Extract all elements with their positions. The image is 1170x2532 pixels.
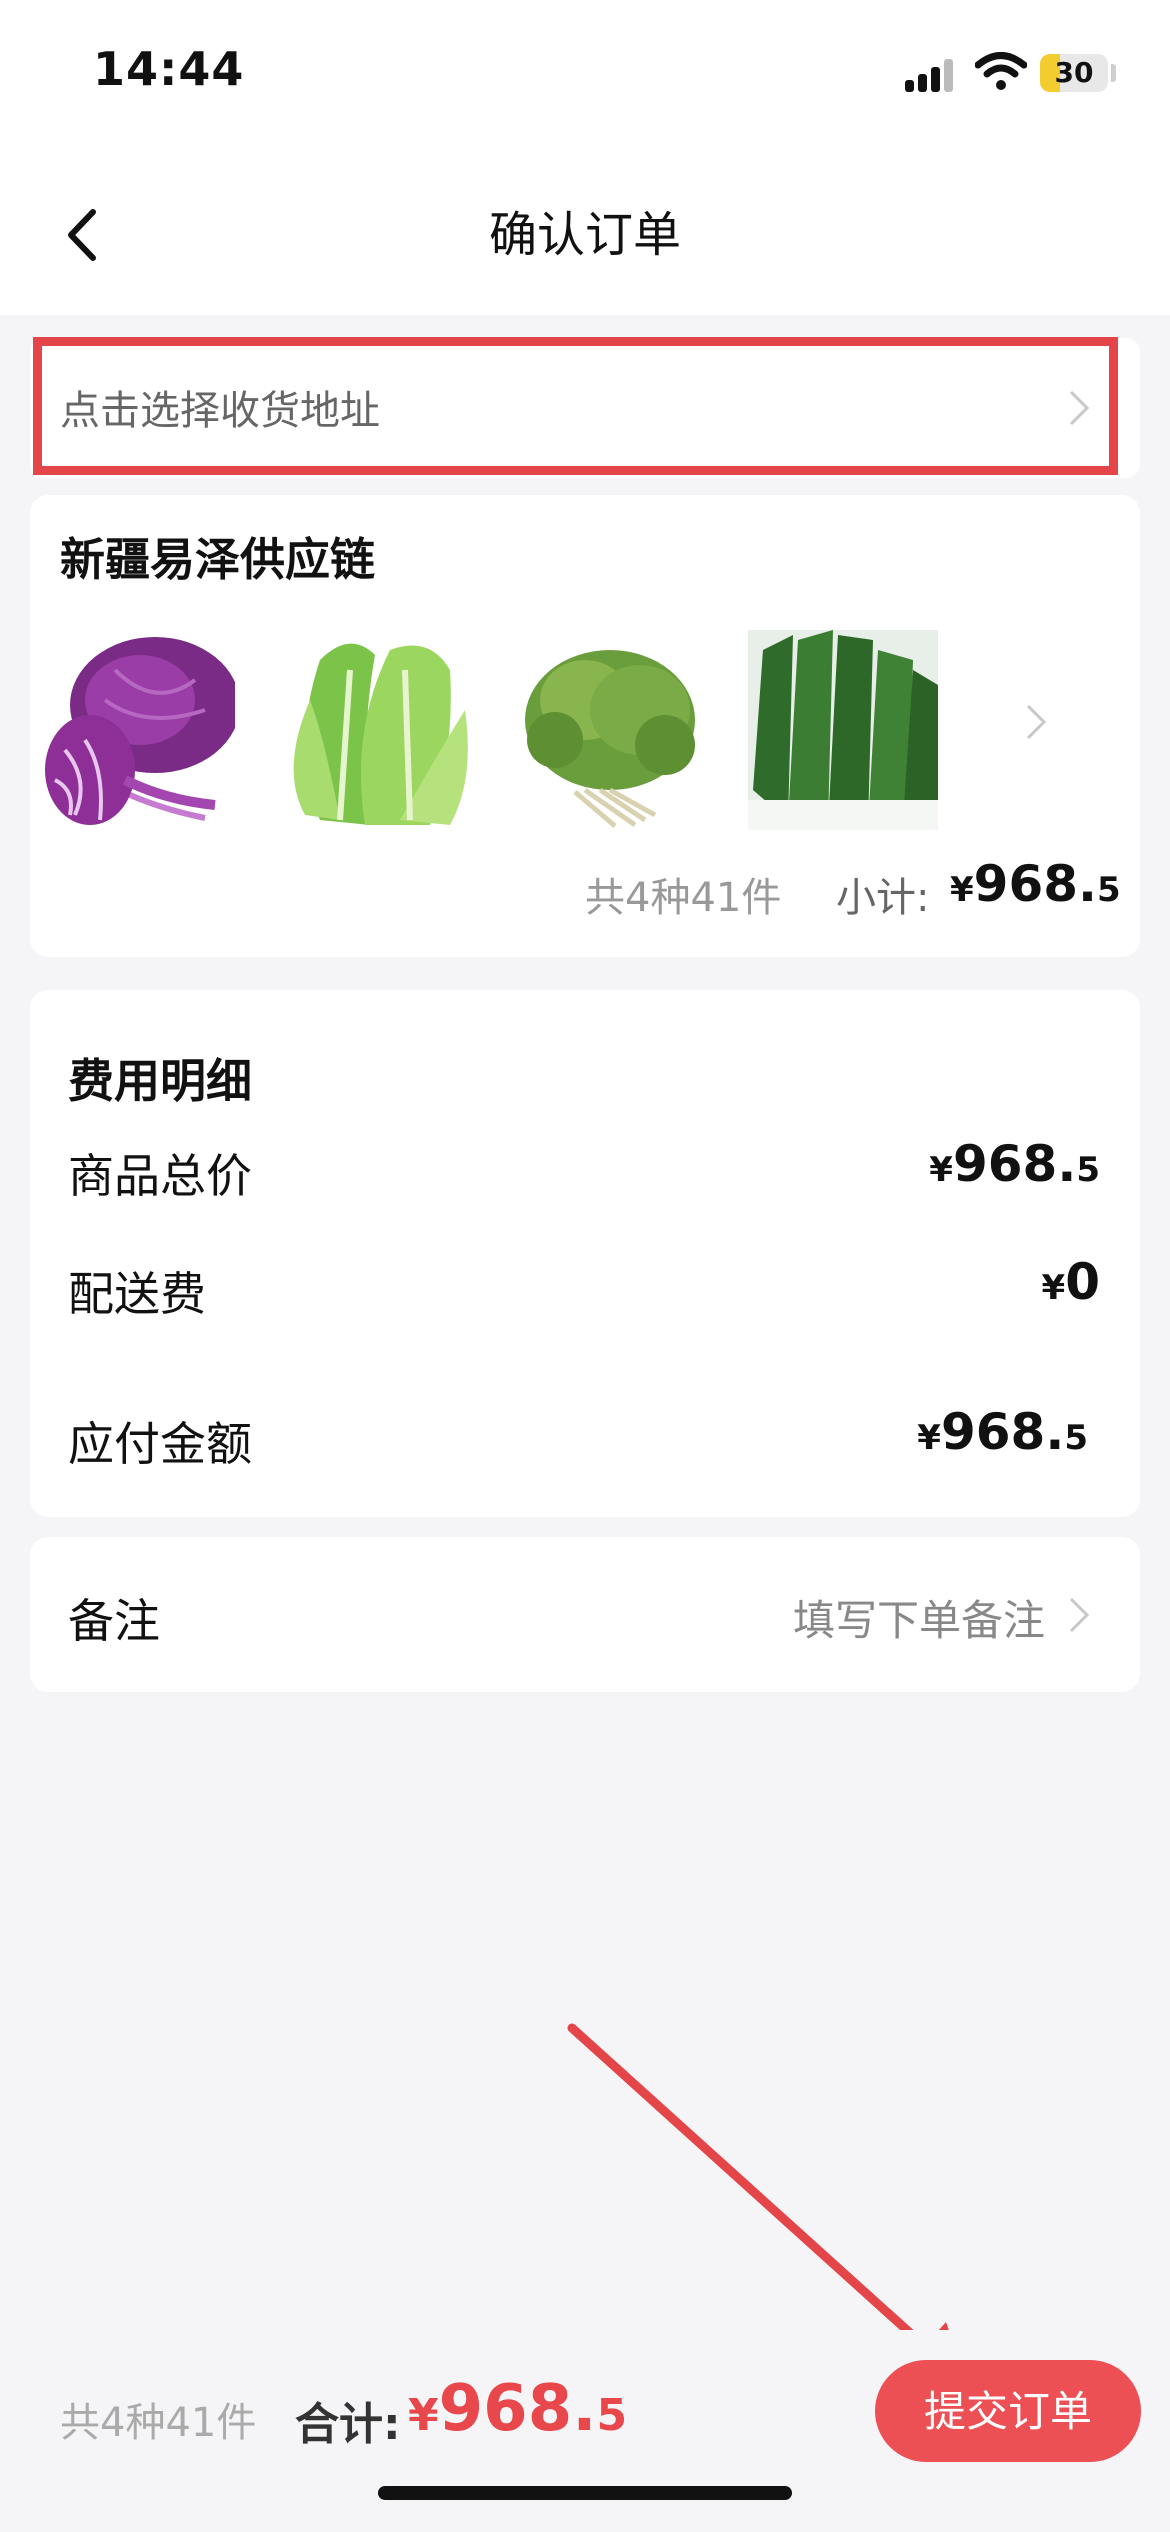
submit-order-button[interactable]: 提交订单 (875, 2360, 1141, 2462)
remark-placeholder: 填写下单备注 (792, 1596, 1045, 1645)
nav-bar: 确认订单 (0, 150, 1170, 315)
page-title: 确认订单 (488, 207, 681, 263)
status-time: 14:44 (93, 42, 245, 96)
battery-level: 30 (1054, 56, 1094, 89)
fee-value-amount-payable: ¥968.5 (917, 1403, 1088, 1461)
home-indicator[interactable] (378, 2486, 792, 2500)
chevron-right-icon (1069, 1597, 1090, 1633)
amount-integer: 968. (973, 855, 1098, 913)
cellular-signal-icon (905, 58, 953, 92)
product-image-red-cabbage[interactable] (45, 630, 235, 830)
amount-decimal: 5 (1076, 1150, 1100, 1190)
battery-icon: 30 (1040, 54, 1108, 92)
currency-symbol: ¥ (1041, 1268, 1066, 1308)
currency-symbol: ¥ (917, 1418, 941, 1458)
amount-integer: 0 (1065, 1253, 1100, 1311)
amount-decimal: 5 (1064, 1418, 1088, 1458)
checkout-bar: 共4种41件 合计: ¥968.5 提交订单 (0, 2330, 1170, 2532)
bottom-item-count: 共4种41件 (60, 2400, 257, 2446)
total-label: 合计: (295, 2399, 401, 2450)
item-count-summary: 共4种41件 (585, 875, 782, 921)
amount-decimal: 5 (1097, 870, 1121, 910)
subtotal-amount: ¥968.5 (950, 855, 1121, 913)
fee-value-goods-total: ¥968.5 (929, 1135, 1100, 1193)
product-image-romaine[interactable] (280, 630, 470, 830)
amount-integer: 968. (940, 1403, 1065, 1461)
fee-label-goods-total: 商品总价 (68, 1149, 252, 1203)
fee-details-title: 费用明细 (68, 1054, 252, 1108)
battery-tip (1111, 64, 1116, 82)
amount-integer: 968. (438, 2372, 597, 2446)
total-amount: ¥968.5 (408, 2372, 627, 2446)
order-remark-row[interactable]: 备注 填写下单备注 (30, 1537, 1140, 1692)
fee-details-card: 费用明细 商品总价 ¥968.5 配送费 ¥0 应付金额 ¥968.5 (30, 990, 1140, 1517)
currency-symbol: ¥ (929, 1150, 953, 1190)
product-image-leaf-lettuce[interactable] (748, 630, 938, 830)
chevron-right-icon[interactable] (1022, 700, 1050, 744)
fee-value-delivery: ¥0 (1042, 1253, 1100, 1311)
subtotal-label: 小计: (836, 875, 930, 921)
currency-symbol: ¥ (950, 870, 974, 910)
amount-integer: 968. (952, 1135, 1077, 1193)
amount-decimal: 5 (596, 2390, 628, 2441)
chevron-right-icon (1069, 390, 1090, 426)
product-image-frisee[interactable] (515, 630, 705, 830)
shop-card: 新疆易泽供应链 共4种41件 小计: ¥968.5 (30, 495, 1140, 957)
address-selector[interactable]: 点击选择收货地址 (30, 338, 1140, 478)
shop-name: 新疆易泽供应链 (60, 533, 376, 586)
wifi-icon (975, 52, 1027, 90)
currency-symbol: ¥ (408, 2390, 439, 2441)
remark-label: 备注 (68, 1594, 160, 1648)
status-bar: 14:44 30 (0, 0, 1170, 150)
fee-label-amount-payable: 应付金额 (68, 1417, 252, 1471)
fee-label-delivery: 配送费 (68, 1267, 206, 1321)
address-placeholder: 点击选择收货地址 (60, 388, 380, 434)
